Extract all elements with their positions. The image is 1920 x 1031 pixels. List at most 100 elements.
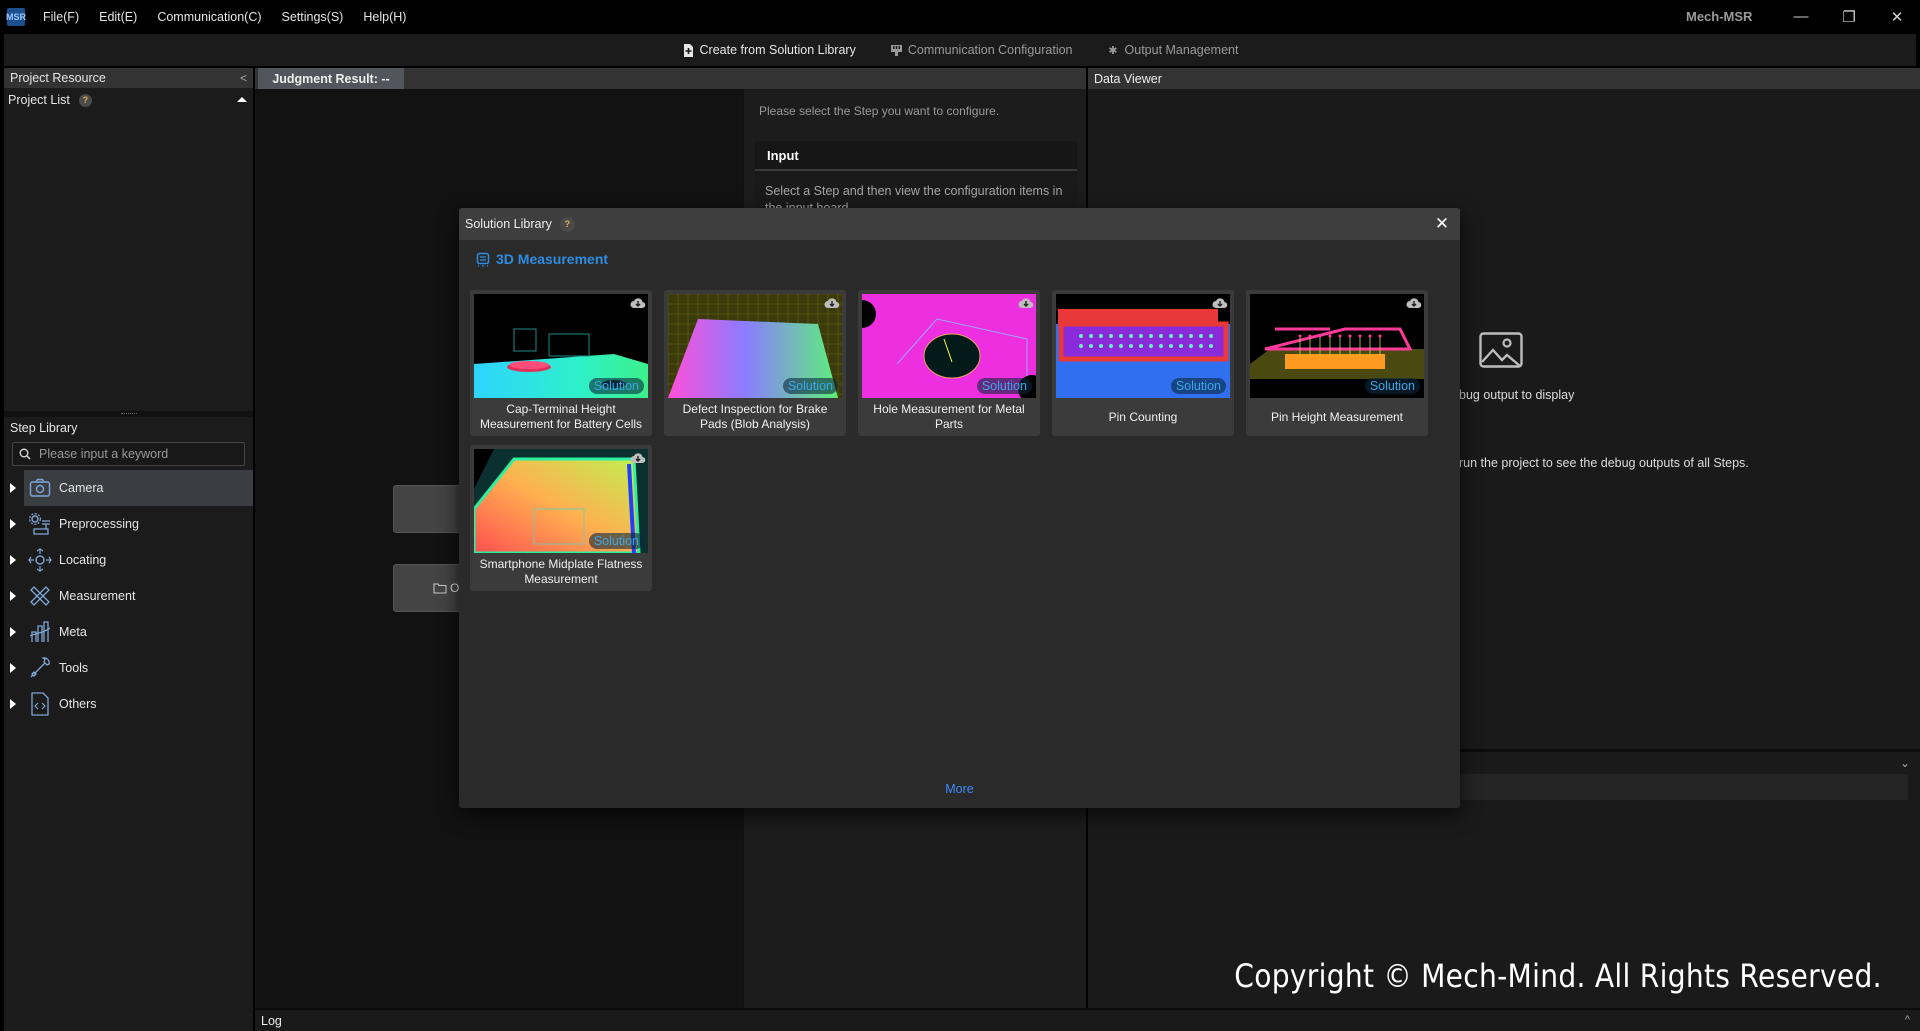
solution-title: Defect Inspection for Brake Pads (Blob A… (682, 402, 828, 431)
solution-card[interactable]: Solution Cap-Terminal Height Measurement … (470, 290, 652, 436)
category-label: 3D Measurement (496, 251, 609, 267)
gear-icon: ✱ (1108, 44, 1118, 57)
log-panel-bar[interactable]: Log ^ (255, 1008, 1920, 1031)
project-list-row[interactable]: Project List ? (4, 88, 253, 112)
input-section: Input Select a Step and then view the co… (755, 141, 1077, 211)
project-list-label: Project List (8, 93, 70, 107)
expand-arrow-icon[interactable] (10, 699, 16, 709)
menu-help[interactable]: Help(H) (363, 10, 406, 24)
solution-title: Pin Counting (1108, 409, 1178, 424)
menu-communication[interactable]: Communication(C) (157, 10, 261, 24)
camera-icon (28, 476, 52, 500)
measurement-icon (28, 584, 52, 608)
expand-arrow-icon[interactable] (10, 519, 16, 529)
expand-arrow-icon[interactable] (10, 591, 16, 601)
solution-badge: Solution (588, 533, 644, 549)
cloud-download-icon[interactable] (1018, 296, 1034, 310)
step-search-input[interactable] (39, 447, 239, 461)
step-category-label: Others (59, 697, 97, 711)
step-category-locating[interactable]: Locating (4, 542, 253, 578)
category-3d-measurement: 3D Measurement (476, 251, 608, 267)
solution-title: Smartphone Midplate Flatness Measurement (479, 557, 643, 586)
search-icon (19, 448, 31, 460)
cloud-download-icon[interactable] (824, 296, 840, 310)
step-category-label: Tools (59, 661, 89, 675)
toolbar: Create from Solution Library Communicati… (4, 34, 1916, 66)
create-from-solution-library-button[interactable]: Create from Solution Library (682, 43, 856, 57)
communication-configuration-label: Communication Configuration (907, 43, 1073, 57)
project-resource-header: Project Resource < (4, 68, 253, 88)
dialog-header: Solution Library ? ✕ (459, 208, 1460, 240)
plug-icon (890, 44, 903, 57)
solution-title: Cap-Terminal Height Measurement for Batt… (479, 402, 643, 431)
solution-card[interactable]: Solution Hole Measurement for Metal Parts (858, 290, 1040, 436)
solution-card[interactable]: Solution Pin Counting (1052, 290, 1234, 436)
step-category-camera[interactable]: Camera (10, 470, 253, 506)
image-placeholder-icon (1479, 332, 1523, 368)
close-window-button[interactable]: ✕ (1874, 0, 1920, 33)
folder-icon (433, 583, 447, 593)
input-section-body: Select a Step and then view the configur… (755, 171, 1077, 211)
expand-arrow-icon[interactable] (10, 483, 16, 493)
meta-icon (28, 620, 52, 644)
app-logo-icon: MSR (6, 7, 26, 26)
log-label: Log (261, 1013, 282, 1028)
communication-configuration-button[interactable]: Communication Configuration (890, 43, 1073, 57)
cloud-download-icon[interactable] (630, 296, 646, 310)
step-category-label: Camera (59, 481, 104, 495)
step-category-tools[interactable]: Tools (4, 650, 253, 686)
chevron-down-icon[interactable]: ⌄ (1900, 756, 1910, 770)
step-library: Step Library Camera Preprocessing Locating… (4, 417, 253, 722)
collapse-panel-icon[interactable]: < (240, 71, 247, 85)
output-management-label: Output Management (1124, 43, 1239, 57)
3d-measurement-icon (476, 252, 490, 267)
expand-arrow-icon[interactable] (10, 627, 16, 637)
solution-card[interactable]: Solution Smartphone Midplate Flatness Mea… (470, 445, 652, 591)
locating-icon (28, 548, 52, 572)
step-search-box[interactable] (12, 442, 245, 466)
app-title: Mech-MSR (1686, 9, 1753, 24)
menu-file[interactable]: File(F) (43, 10, 79, 24)
step-category-others[interactable]: Others (4, 686, 253, 722)
help-icon[interactable]: ? (78, 93, 92, 107)
solution-badge: Solution (976, 378, 1032, 394)
close-dialog-button[interactable]: ✕ (1432, 214, 1452, 234)
expand-arrow-icon[interactable] (10, 555, 16, 565)
no-debug-output-message: bug output to display (1459, 388, 1575, 402)
cloud-download-icon[interactable] (1212, 296, 1228, 310)
solution-card[interactable]: Solution Defect Inspection for Brake Pads… (664, 290, 846, 436)
wrench-icon (28, 656, 52, 680)
run-project-hint: run the project to see the debug outputs… (1459, 456, 1749, 470)
solution-badge: Solution (1364, 378, 1420, 394)
solution-badge: Solution (782, 378, 838, 394)
step-category-preprocessing[interactable]: Preprocessing (4, 506, 253, 542)
data-viewer-header: Data Viewer (1088, 68, 1920, 89)
menu-edit[interactable]: Edit(E) (99, 10, 137, 24)
menu-bar: MSR File(F) Edit(E) Communication(C) Set… (0, 0, 1920, 33)
step-category-meta[interactable]: Meta (4, 614, 253, 650)
solution-title: Pin Height Measurement (1270, 409, 1404, 424)
expand-arrow-icon[interactable] (10, 663, 16, 673)
solution-badge: Solution (588, 378, 644, 394)
menu-settings[interactable]: Settings(S) (282, 10, 344, 24)
chevron-up-icon[interactable]: ^ (1905, 1014, 1910, 1026)
help-icon[interactable]: ? (559, 216, 575, 232)
step-category-label: Preprocessing (59, 517, 139, 531)
restore-button[interactable]: ❐ (1826, 0, 1872, 33)
project-resource-panel: Project Resource < Project List ? Step L… (4, 68, 253, 1031)
center-tab-bar: Judgment Result: -- (255, 68, 1086, 89)
judgment-result-tab[interactable]: Judgment Result: -- (258, 68, 404, 89)
cloud-download-icon[interactable] (630, 451, 646, 465)
solution-card[interactable]: Solution Pin Height Measurement (1246, 290, 1428, 436)
copyright-watermark: Copyright © Mech-Mind. All Rights Reserv… (1234, 957, 1882, 995)
more-link[interactable]: More (459, 782, 1460, 796)
preprocessing-icon (28, 512, 52, 536)
add-file-icon (682, 43, 695, 57)
step-category-measurement[interactable]: Measurement (4, 578, 253, 614)
cloud-download-icon[interactable] (1406, 296, 1422, 310)
config-hint: Please select the Step you want to confi… (759, 104, 1000, 118)
solution-badge: Solution (1170, 378, 1226, 394)
output-management-button[interactable]: ✱ Output Management (1107, 43, 1239, 57)
caret-up-icon[interactable] (237, 97, 247, 102)
minimize-button[interactable]: — (1778, 0, 1824, 33)
